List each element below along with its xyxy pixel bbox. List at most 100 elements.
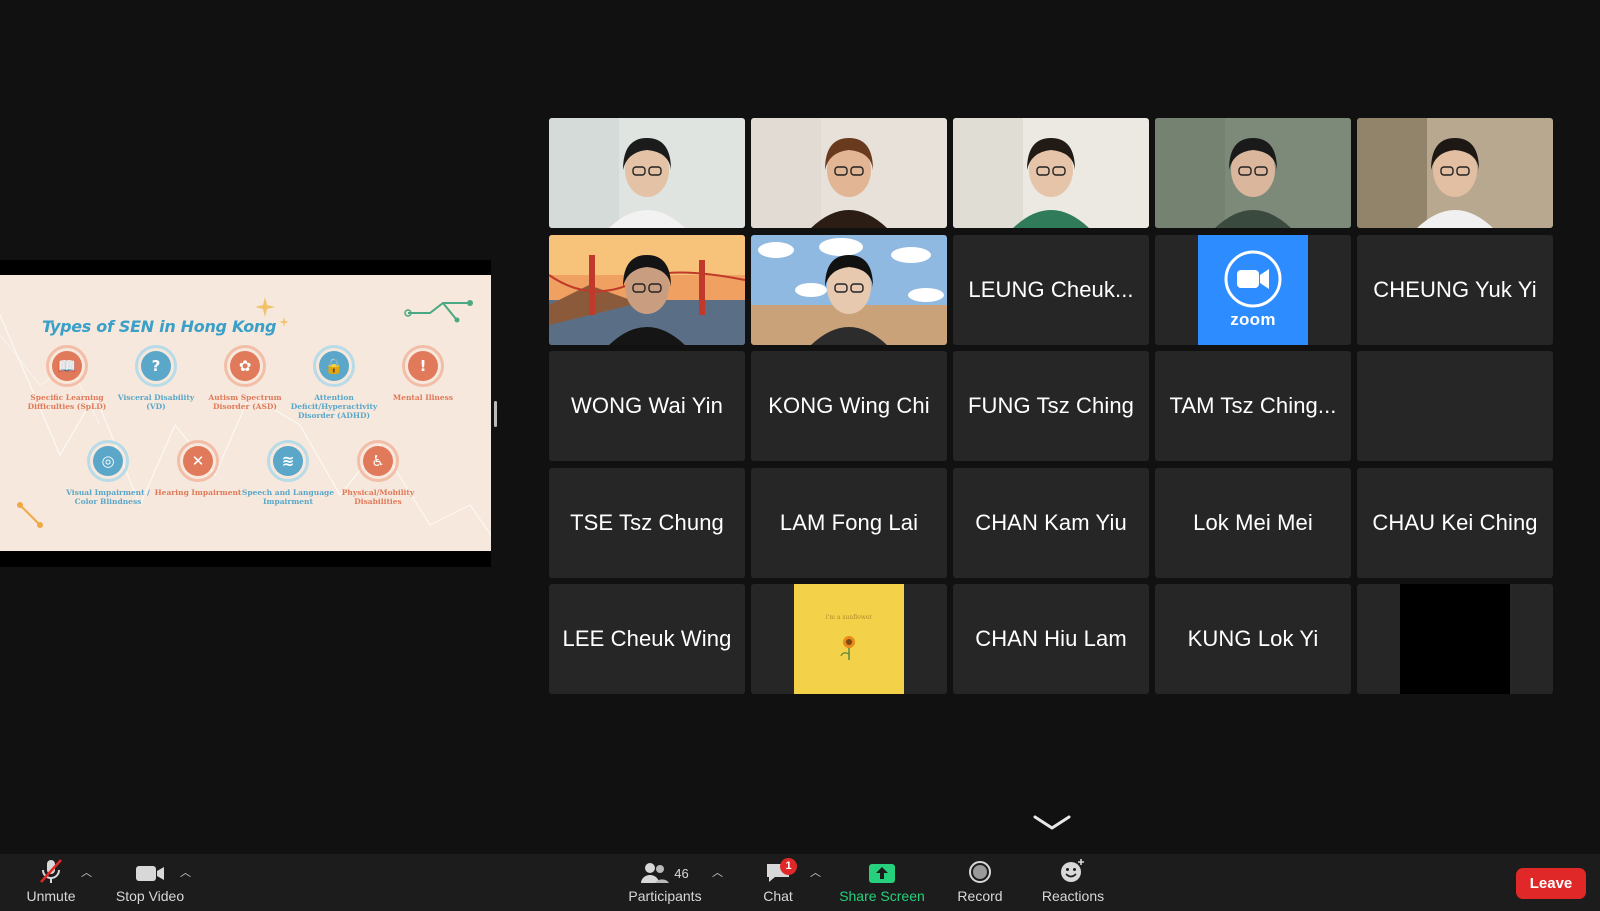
participant-tile[interactable]: CHAN Kam Yiu: [953, 468, 1149, 578]
participant-tile[interactable]: i'm a sunflower: [751, 584, 947, 694]
participant-tile[interactable]: CHAN Hiu Lam: [953, 584, 1149, 694]
sen-glyph-icon: ✕: [183, 446, 213, 476]
participant-name: CHAN Hiu Lam: [975, 626, 1127, 651]
participants-label: Participants: [628, 888, 702, 904]
participant-name: Lok Mei Mei: [1193, 510, 1313, 535]
shared-slide: Types of SEN in Hong Kong 📖 Specific Lear…: [0, 275, 491, 551]
sen-glyph-icon: ?: [141, 351, 171, 381]
sen-category: ? Visceral Disability (VD): [108, 345, 204, 411]
chat-options-caret-icon[interactable]: ︿: [810, 864, 821, 880]
sen-category-icon: ✿: [224, 345, 266, 387]
muted-mic-icon: [40, 859, 62, 883]
participant-tile[interactable]: [1357, 584, 1553, 694]
participant-video: [751, 235, 947, 345]
record-label: Record: [957, 888, 1003, 904]
participant-name: LEE Cheuk Wing: [562, 626, 732, 651]
participant-name: KUNG Lok Yi: [1187, 626, 1319, 651]
sen-category: ! Mental Illness: [375, 345, 471, 402]
slide-title: Types of SEN in Hong Kong: [42, 317, 277, 336]
chat-button[interactable]: 1 Chat: [748, 854, 808, 911]
chevron-down-icon[interactable]: [1032, 814, 1072, 834]
sen-category-label: Attention Deficit/Hyperactivity Disorder…: [290, 393, 378, 420]
participant-name: TSE Tsz Chung: [570, 510, 724, 535]
participants-button[interactable]: 46 Participants: [622, 854, 708, 911]
sen-category-label: Physical/Mobility Disabilities: [341, 488, 415, 506]
participant-tile[interactable]: LAM Fong Lai: [751, 468, 947, 578]
participant-tile[interactable]: FUNG Tsz Ching: [953, 351, 1149, 461]
unmute-button[interactable]: Unmute: [14, 854, 88, 911]
sen-category-icon: ◎: [87, 440, 129, 482]
participant-tile[interactable]: Lok Mei Mei: [1155, 468, 1351, 578]
participant-tile[interactable]: [549, 118, 745, 228]
participant-tile[interactable]: [1357, 351, 1553, 461]
sen-glyph-icon: ♿: [363, 446, 393, 476]
sen-category: 🔒 Attention Deficit/Hyperactivity Disorde…: [286, 345, 382, 420]
participant-tile[interactable]: [1357, 118, 1553, 228]
meeting-toolbar: Unmute ︿ Stop Video ︿ 46 Participants ︿: [0, 854, 1600, 911]
sen-glyph-icon: ✿: [230, 351, 260, 381]
participant-tile[interactable]: TAM Tsz Ching...: [1155, 351, 1351, 461]
participant-tile[interactable]: TSE Tsz Chung: [549, 468, 745, 578]
audio-options-caret-icon[interactable]: ︿: [81, 864, 92, 880]
decorative-line-icon: [404, 300, 473, 323]
zoom-logo-avatar: zoom: [1198, 235, 1308, 345]
sen-category: ♿ Physical/Mobility Disabilities: [330, 440, 426, 506]
participant-tile[interactable]: LEUNG Cheuk...: [953, 235, 1149, 345]
participant-name: LEUNG Cheuk...: [968, 277, 1134, 302]
stop-video-label: Stop Video: [115, 888, 185, 904]
share-screen-label: Share Screen: [839, 888, 925, 904]
participant-tile[interactable]: CHEUNG Yuk Yi: [1357, 235, 1553, 345]
participant-name: TAM Tsz Ching...: [1169, 393, 1337, 418]
participant-tile[interactable]: [953, 118, 1149, 228]
sen-glyph-icon: !: [408, 351, 438, 381]
splitter-handle[interactable]: [494, 401, 497, 427]
participant-tile[interactable]: zoom: [1155, 235, 1351, 345]
participant-tile[interactable]: KUNG Lok Yi: [1155, 584, 1351, 694]
sen-category-icon: ✕: [177, 440, 219, 482]
reactions-smiley-icon: [1061, 859, 1084, 882]
sen-category: ◎ Visual Impairment / Color Blindness: [60, 440, 156, 506]
sen-category-icon: 📖: [46, 345, 88, 387]
sen-category-label: Mental Illness: [392, 393, 454, 402]
participant-tile[interactable]: [549, 235, 745, 345]
participant-tile[interactable]: CHAU Kei Ching: [1357, 468, 1553, 578]
zoom-camera-icon: [1224, 250, 1282, 308]
sen-category: ✕ Hearing Impairment: [150, 440, 246, 497]
participant-tile[interactable]: KONG Wing Chi: [751, 351, 947, 461]
sen-category-label: Specific Learning Difficulties (SpLD): [27, 393, 107, 411]
sen-category: ✿ Autism Spectrum Disorder (ASD): [197, 345, 293, 411]
reactions-button[interactable]: Reactions: [1036, 854, 1110, 911]
participant-tile[interactable]: WONG Wai Yin: [549, 351, 745, 461]
sen-category-icon: ?: [135, 345, 177, 387]
participant-tile[interactable]: LEE Cheuk Wing: [549, 584, 745, 694]
participant-tile[interactable]: [751, 235, 947, 345]
chat-unread-badge: 1: [780, 858, 797, 875]
sen-glyph-icon: 📖: [52, 351, 82, 381]
stop-video-button[interactable]: Stop Video: [110, 854, 190, 911]
sen-category-label: Visceral Disability (VD): [117, 393, 195, 411]
shared-screen: Types of SEN in Hong Kong 📖 Specific Lear…: [0, 260, 491, 567]
participant-video: [751, 118, 947, 228]
participant-name: FUNG Tsz Ching: [967, 393, 1135, 418]
participant-name: KONG Wing Chi: [768, 393, 930, 418]
participants-options-caret-icon[interactable]: ︿: [712, 864, 723, 880]
decorative-dot-line-icon: [17, 502, 43, 528]
sen-category-label: Speech and Language Impairment: [241, 488, 335, 506]
share-screen-button[interactable]: Share Screen: [836, 854, 928, 911]
participant-tile[interactable]: [1155, 118, 1351, 228]
sen-category-label: Visual Impairment / Color Blindness: [66, 488, 150, 506]
participant-name: CHAU Kei Ching: [1372, 510, 1538, 535]
sunflower-icon: [840, 636, 855, 660]
sen-category-icon: ≋: [267, 440, 309, 482]
video-camera-icon: [136, 866, 164, 881]
video-options-caret-icon[interactable]: ︿: [180, 864, 191, 880]
chat-label: Chat: [763, 888, 793, 904]
sen-category-icon: !: [402, 345, 444, 387]
unmute-label: Unmute: [26, 888, 76, 904]
participants-count: 46: [674, 866, 689, 881]
record-button[interactable]: Record: [950, 854, 1010, 911]
sen-category-icon: 🔒: [313, 345, 355, 387]
participant-video: [953, 118, 1149, 228]
participant-tile[interactable]: [751, 118, 947, 228]
leave-button[interactable]: Leave: [1516, 868, 1586, 899]
